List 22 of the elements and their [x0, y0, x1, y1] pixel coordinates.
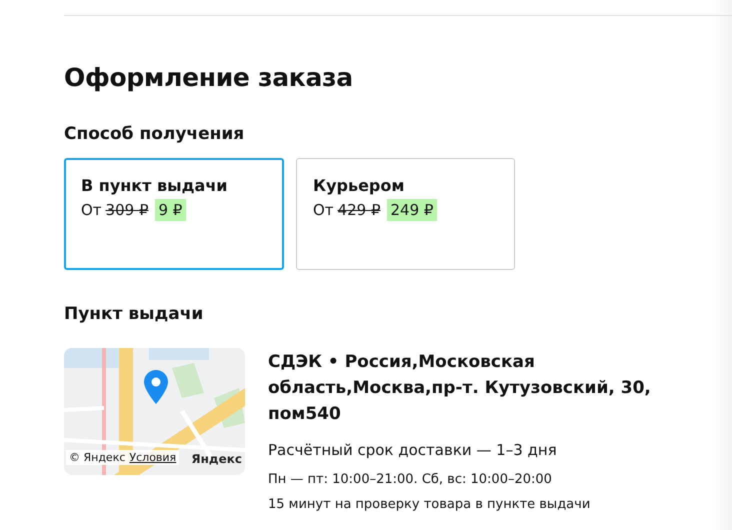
price-badge: 9 ₽ [154, 199, 186, 221]
page-title: Оформление заказа [64, 62, 354, 94]
option-title: Курьером [313, 175, 406, 197]
price-prefix: От [313, 200, 334, 221]
old-price: 309 ₽ [106, 200, 148, 221]
section-heading: Пункт выдачи [64, 303, 204, 326]
delivery-time: Расчётный срок доставки — 1–3 дня [268, 440, 558, 461]
opening-hours: Пн — пт: 10:00–21:00. Сб, вс: 10:00–20:00 [268, 471, 553, 489]
attribution-text: © Яндекс [69, 451, 126, 464]
price-badge: 249 ₽ [386, 199, 438, 221]
inspection-note: 15 минут на проверку товара в пункте выдачи [268, 497, 592, 513]
map-widget[interactable]: © Яндекс Условия Яндекс [64, 348, 245, 475]
price-prefix: От [81, 200, 102, 221]
delivery-option-card[interactable]: Курьером От 429 ₽ 249 ₽ [296, 158, 515, 270]
section-heading: Способ получения [64, 123, 246, 146]
terms-link[interactable]: Условия [129, 451, 176, 464]
old-price: 429 ₽ [338, 200, 380, 221]
option-title: В пункт выдачи [81, 175, 229, 197]
delivery-option-card[interactable]: В пункт выдачи От 309 ₽ 9 ₽ [64, 158, 284, 270]
map-pin-icon [144, 370, 168, 404]
map-logo: Яндекс [191, 452, 242, 466]
pickup-address: СДЭК • Россия,Московская область,Москва,пр-т. Кутузовский, 30, пом540 [268, 351, 652, 426]
